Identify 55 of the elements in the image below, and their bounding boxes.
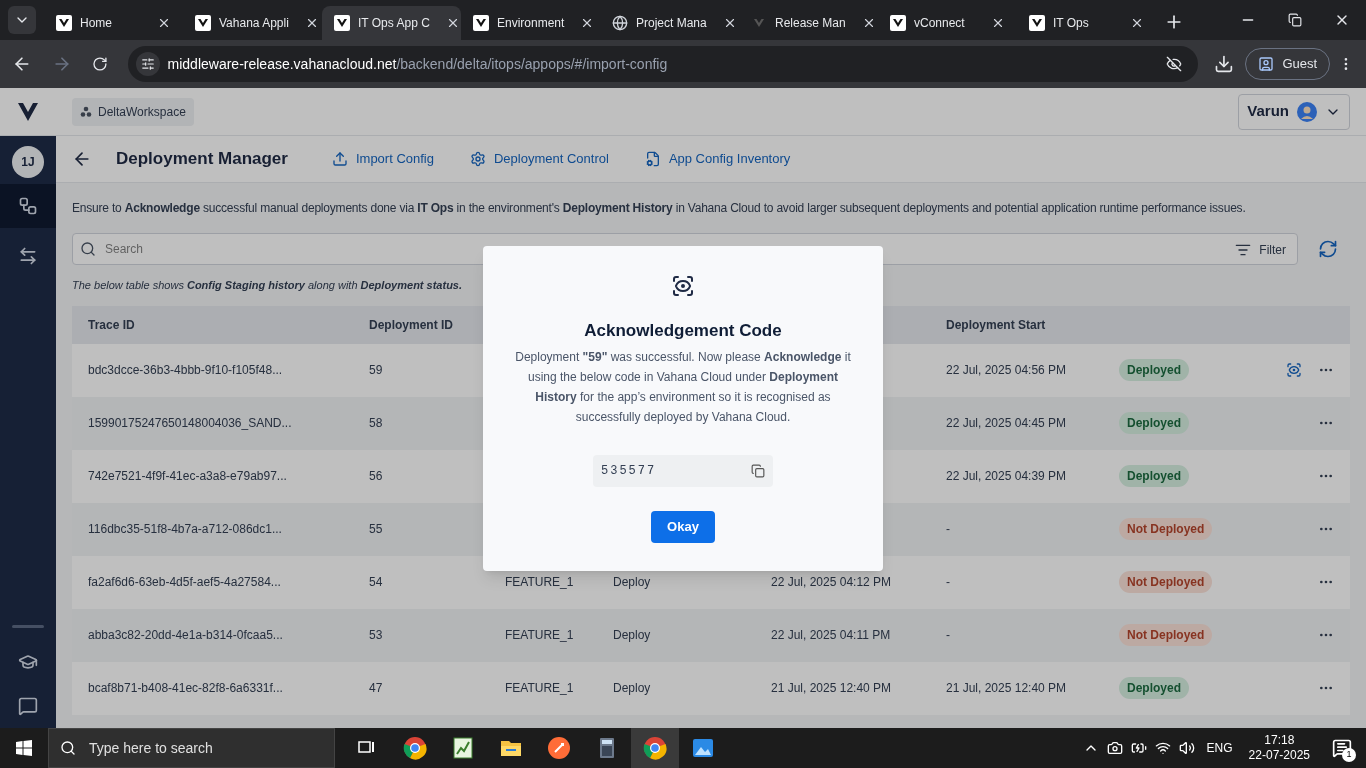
table-cell-text: FEATURE_1 <box>505 627 575 644</box>
table-cell-text: bdc3dcce-36b3-4bbb-9f10-f105f48... <box>87 362 284 379</box>
status-badge: Deployed <box>1119 465 1189 487</box>
tab-title: IT Ops <box>1053 15 1089 32</box>
table-cell-text: 22 Jul, 2025 04:45 PM <box>946 415 1068 432</box>
table-cell-text: 56 <box>369 468 384 485</box>
notice-text: Ensure to Acknowledge successful manual deployments done via IT Ops in the environment's Deployment History in Vahana Cloud to avoid larger subsequent deployments and potential application runtime performance issues. <box>72 200 1247 217</box>
column-header: Deployment Start <box>946 316 1047 334</box>
table-cell-text: 742e7521-4f9f-41ec-a3a8-e79ab97... <box>87 468 288 485</box>
table-cell-text: - <box>946 574 951 591</box>
page-title: Deployment Manager <box>116 148 288 171</box>
table-cell-text: 54 <box>369 574 384 591</box>
status-badge: Deployed <box>1119 677 1189 699</box>
table-cell-text: 22 Jul, 2025 04:39 PM <box>946 468 1068 485</box>
modal-message: Deployment "59" was successful. Now please Acknowledge it using the below code in Vahana Cloud under Deployment History for the app’s environment so it is recognised as successfully deployed by Vahana Cloud. <box>514 349 852 426</box>
status-badge: Deployed <box>1119 412 1189 434</box>
status-badge: Not Deployed <box>1119 571 1213 593</box>
table-cell-text: 59 <box>369 362 384 379</box>
table-cell-text: fa2af6d6-63eb-4d5f-aef5-4a27584... <box>87 574 282 591</box>
tab-title: vConnect <box>914 15 965 32</box>
table-cell-text: 116dbc35-51f8-4b7a-a712-086dc1... <box>87 521 283 538</box>
tab-title: Environment <box>497 15 565 32</box>
table-cell-text: 53 <box>369 627 384 644</box>
table-cell-text: 21 Jul, 2025 12:40 PM <box>946 680 1068 697</box>
table-cell-text: FEATURE_1 <box>505 680 575 697</box>
table-cell-text: 22 Jul, 2025 04:12 PM <box>771 574 893 591</box>
table-cell-text: 21 Jul, 2025 12:40 PM <box>771 680 893 697</box>
table-cell-text: 58 <box>369 415 384 432</box>
notification-count: 1 <box>1342 748 1356 762</box>
table-cell-text: Deploy <box>613 574 652 591</box>
status-badge: Deployed <box>1119 359 1189 381</box>
table-cell-text: Deploy <box>613 680 652 697</box>
column-header: Trace ID <box>87 316 136 334</box>
tab-title: Home <box>80 15 112 32</box>
tab-title: IT Ops App C <box>358 15 430 32</box>
tab-title: Project Mana <box>636 15 707 32</box>
table-cell-text: 55 <box>369 521 384 538</box>
tab-title: Vahana Appli <box>219 15 289 32</box>
table-caption: The below table shows Config Staging history along with Deployment status. <box>72 278 463 293</box>
table-cell-text: - <box>946 627 951 644</box>
modal-title: Acknowledgement Code <box>584 319 782 342</box>
status-badge: Not Deployed <box>1119 624 1213 646</box>
url-text: middleware-release.vahanacloud.net/backend/delta/itops/appops/#/import-config <box>167 54 668 74</box>
status-badge: Not Deployed <box>1119 518 1213 540</box>
table-cell-text: 22 Jul, 2025 04:56 PM <box>946 362 1068 379</box>
table-cell-text: - <box>946 521 951 538</box>
table-cell-text: bcaf8b71-b408-41ec-82f8-6a6331f... <box>87 680 284 697</box>
table-cell-text: FEATURE_1 <box>505 574 575 591</box>
table-cell-text: abba3c82-20dd-4e1a-b314-0fcaa5... <box>87 627 284 644</box>
table-cell-text: 47 <box>369 680 384 697</box>
column-header: Deployment ID <box>369 316 454 334</box>
tab-title: Release Man <box>775 15 846 32</box>
table-cell-text: 15990175247650148004036_SAND... <box>87 415 293 432</box>
table-cell-text: 22 Jul, 2025 04:11 PM <box>771 627 892 644</box>
table-cell-text: Deploy <box>613 627 652 644</box>
